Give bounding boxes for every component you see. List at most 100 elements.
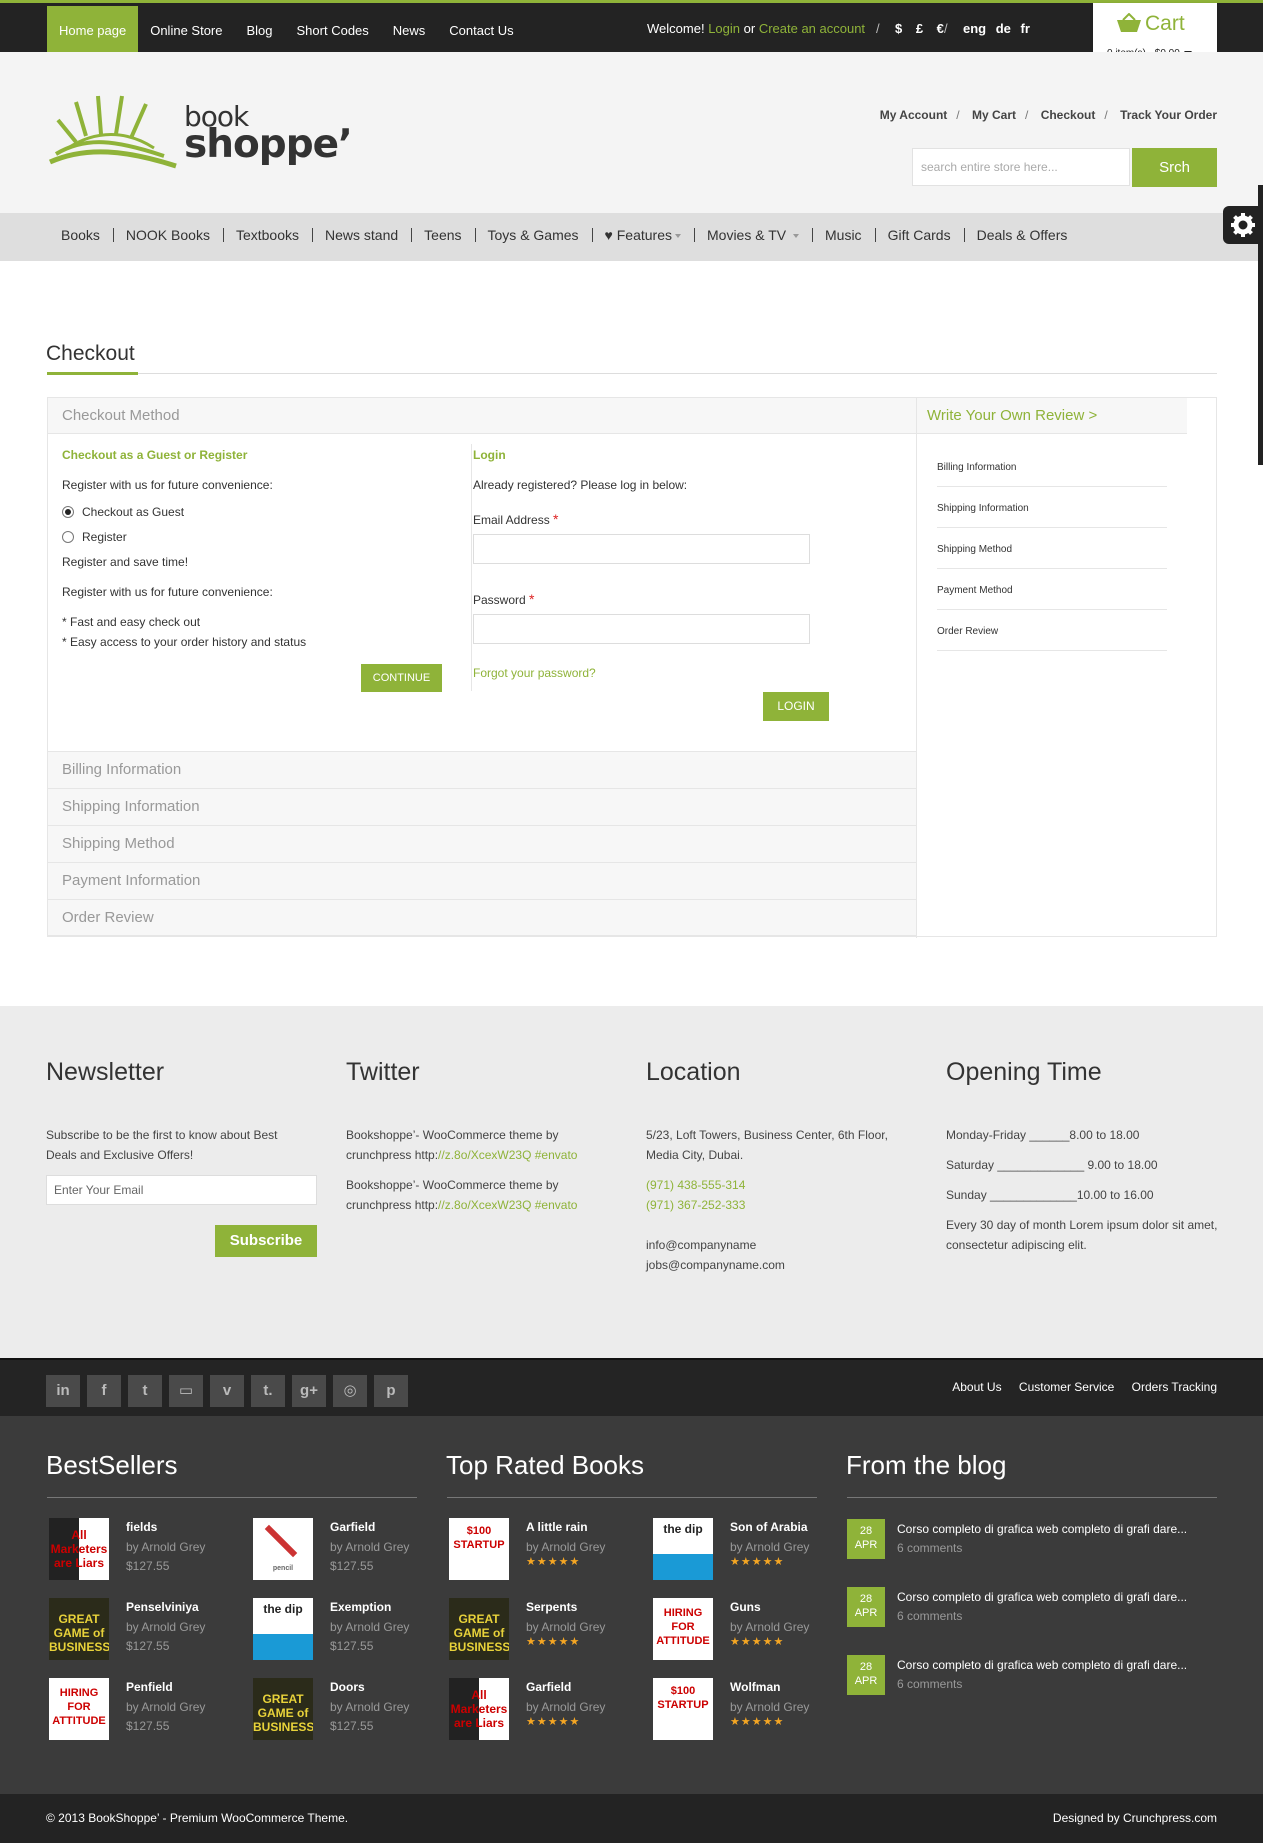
twitter-icon[interactable]: t <box>128 1375 162 1407</box>
bestseller-item[interactable]: the dip Exemption by Arnold Grey $127.55 <box>251 1598 441 1660</box>
orders-tracking-link[interactable]: Orders Tracking <box>1132 1380 1217 1394</box>
toprated-item[interactable]: $100 STARTUP A little rain by Arnold Gre… <box>447 1518 637 1580</box>
newsletter-text: Subscribe to be the first to know about … <box>46 1128 278 1162</box>
dribbble-icon[interactable]: ◎ <box>333 1375 367 1407</box>
book-title[interactable]: Son of Arabia <box>730 1520 808 1534</box>
bestseller-item[interactable]: HIRING FOR ATTITUDE Penfield by Arnold G… <box>47 1678 237 1740</box>
nav-books[interactable]: Books <box>48 228 113 242</box>
email-field[interactable] <box>473 534 810 564</box>
vimeo-icon[interactable]: v <box>210 1375 244 1407</box>
bestseller-item[interactable]: GREAT GAME of BUSINESS Penselviniya by A… <box>47 1598 237 1660</box>
nav-teens[interactable]: Teens <box>411 228 474 242</box>
book-title[interactable]: A little rain <box>526 1520 588 1534</box>
checkout-method-header[interactable]: Checkout Method <box>48 398 916 434</box>
language-switcher[interactable]: eng de fr <box>963 21 1030 36</box>
top-nav-short-codes[interactable]: Short Codes <box>285 6 381 55</box>
blog-post[interactable]: 28 APR Corso completo di grafica web comp… <box>847 1655 1217 1695</box>
linkedin-icon[interactable]: in <box>46 1375 80 1407</box>
nav-nook-books[interactable]: NOOK Books <box>112 228 223 242</box>
nav-toys-games[interactable]: Toys & Games <box>474 228 592 242</box>
pinterest-icon[interactable]: p <box>374 1375 408 1407</box>
post-title[interactable]: Corso completo di grafica web completo d… <box>897 1658 1187 1672</box>
section-billing[interactable]: Billing Information <box>48 751 916 788</box>
toprated-item[interactable]: All Marketers are Liars Garfield by Arno… <box>447 1678 637 1740</box>
my-cart-link[interactable]: My Cart <box>972 108 1016 122</box>
my-account-link[interactable]: My Account <box>880 108 948 122</box>
write-review-link[interactable]: Write Your Own Review > <box>917 398 1187 434</box>
book-title[interactable]: Serpents <box>526 1600 577 1614</box>
create-account-link[interactable]: Create an account <box>759 21 865 36</box>
nav-news-stand[interactable]: News stand <box>312 228 411 242</box>
book-title[interactable]: Doors <box>330 1680 365 1694</box>
book-title[interactable]: Guns <box>730 1600 761 1614</box>
search-button[interactable]: Srch <box>1132 148 1217 187</box>
book-title[interactable]: Penselviniya <box>126 1600 199 1614</box>
facebook-icon[interactable]: f <box>87 1375 121 1407</box>
book-title[interactable]: Penfield <box>126 1680 173 1694</box>
book-title[interactable]: Garfield <box>330 1520 375 1534</box>
bestseller-item[interactable]: All Marketers are Liars fields by Arnold… <box>47 1518 237 1580</box>
post-comments[interactable]: 6 comments <box>897 1677 962 1691</box>
email-1[interactable]: info@companyname <box>646 1235 756 1255</box>
customer-service-link[interactable]: Customer Service <box>1019 1380 1114 1394</box>
login-button[interactable]: LOGIN <box>763 692 829 721</box>
nav-textbooks[interactable]: Textbooks <box>222 228 312 242</box>
designer-credit[interactable]: Designed by Crunchpress.com <box>1053 1811 1217 1825</box>
subscribe-button[interactable]: Subscribe <box>215 1225 317 1257</box>
logo[interactable]: book shoppe’ <box>46 90 353 170</box>
section-order-review[interactable]: Order Review <box>48 899 916 936</box>
newsletter-email-input[interactable]: Enter Your Email <box>46 1175 317 1205</box>
continue-button[interactable]: CONTINUE <box>361 664 442 692</box>
nav-features[interactable]: ♥ Features <box>591 228 694 242</box>
bestseller-item[interactable]: pencil Garfield by Arnold Grey $127.55 <box>251 1518 441 1580</box>
toprated-item[interactable]: the dip Son of Arabia by Arnold Grey ★★★… <box>651 1518 841 1580</box>
top-nav-contact[interactable]: Contact Us <box>437 6 525 55</box>
tweet-link[interactable]: //z.8o/XcexW23Q #envato <box>438 1148 577 1162</box>
phone-1[interactable]: (971) 438-555-314 <box>646 1175 745 1195</box>
guest-radio[interactable] <box>62 506 74 518</box>
track-order-link[interactable]: Track Your Order <box>1120 108 1217 122</box>
post-comments[interactable]: 6 comments <box>897 1609 962 1623</box>
search-input[interactable]: search entire store here... <box>912 148 1130 186</box>
register-radio[interactable] <box>62 531 74 543</box>
toprated-item[interactable]: HIRING FOR ATTITUDE Guns by Arnold Grey … <box>651 1598 841 1660</box>
login-link[interactable]: Login <box>708 21 740 36</box>
forgot-password-link[interactable]: Forgot your password? <box>473 666 596 680</box>
book-title[interactable]: Exemption <box>330 1600 391 1614</box>
book-title[interactable]: fields <box>126 1520 157 1534</box>
google-plus-icon[interactable]: g+ <box>292 1375 326 1407</box>
nav-movies-tv[interactable]: Movies & TV <box>694 228 812 242</box>
section-shipping-info[interactable]: Shipping Information <box>48 788 916 825</box>
blog-post[interactable]: 28 APR Corso completo di grafica web comp… <box>847 1519 1217 1559</box>
login-title: Login <box>473 448 506 462</box>
toprated-item[interactable]: $100 STARTUP Wolfman by Arnold Grey ★★★★… <box>651 1678 841 1740</box>
top-nav-news[interactable]: News <box>381 6 438 55</box>
post-title[interactable]: Corso completo di grafica web completo d… <box>897 1522 1187 1536</box>
blog-post[interactable]: 28 APR Corso completo di grafica web comp… <box>847 1587 1217 1627</box>
settings-toggle[interactable] <box>1223 206 1263 244</box>
nav-music[interactable]: Music <box>812 228 875 242</box>
phone-2[interactable]: (971) 367-252-333 <box>646 1195 745 1215</box>
post-title[interactable]: Corso completo di grafica web completo d… <box>897 1590 1187 1604</box>
email-2[interactable]: jobs@companyname.com <box>646 1255 785 1275</box>
section-shipping-method[interactable]: Shipping Method <box>48 825 916 862</box>
book-title[interactable]: Wolfman <box>730 1680 780 1694</box>
top-nav-home[interactable]: Home page <box>47 6 139 55</box>
bestseller-item[interactable]: GREAT GAME of BUSINESS Doors by Arnold G… <box>251 1678 441 1740</box>
about-us-link[interactable]: About Us <box>952 1380 1001 1394</box>
book-price: $127.55 <box>126 1719 170 1733</box>
currency-switcher[interactable]: $ £ € <box>895 21 949 36</box>
book-title[interactable]: Garfield <box>526 1680 571 1694</box>
nav-deals[interactable]: Deals & Offers <box>963 228 1081 242</box>
password-field[interactable] <box>473 614 810 644</box>
toprated-item[interactable]: GREAT GAME of BUSINESS Serpents by Arnol… <box>447 1598 637 1660</box>
checkout-link[interactable]: Checkout <box>1041 108 1096 122</box>
tumblr-icon[interactable]: t. <box>251 1375 285 1407</box>
youtube-icon[interactable]: ▭ <box>169 1375 203 1407</box>
nav-gift-cards[interactable]: Gift Cards <box>874 228 964 242</box>
tweet-link[interactable]: //z.8o/XcexW23Q #envato <box>438 1198 577 1212</box>
section-payment[interactable]: Payment Information <box>48 862 916 899</box>
post-comments[interactable]: 6 comments <box>897 1541 962 1555</box>
top-nav-online-store[interactable]: Online Store <box>138 6 234 55</box>
top-nav-blog[interactable]: Blog <box>234 6 284 55</box>
